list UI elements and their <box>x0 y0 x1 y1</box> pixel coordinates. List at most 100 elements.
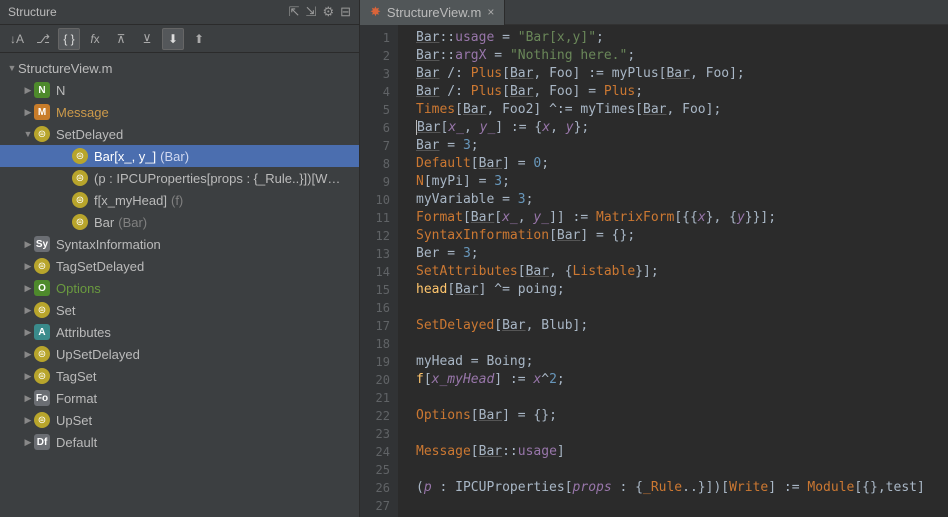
code-line[interactable] <box>416 389 948 407</box>
tree-view-button[interactable]: ⎇ <box>32 28 54 50</box>
tree-item[interactable]: ▶⊜TagSet <box>0 365 359 387</box>
code-line[interactable]: SetAttributes[Bar, {Listable}]; <box>416 263 948 281</box>
structure-title: Structure <box>8 5 289 19</box>
chevron-right-icon[interactable]: ▶ <box>22 239 34 250</box>
code-line[interactable]: Bar /: Plus[Bar, Foo] = Plus; <box>416 83 948 101</box>
code-line[interactable]: Options[Bar] = {}; <box>416 407 948 425</box>
tree-item[interactable]: ⊜f[x_myHead](f) <box>0 189 359 211</box>
code-line[interactable]: head[Bar] ^= poing; <box>416 281 948 299</box>
code-line[interactable]: Bar /: Plus[Bar, Foo] := myPlus[Bar, Foo… <box>416 65 948 83</box>
code-line[interactable]: SyntaxInformation[Bar] = {}; <box>416 227 948 245</box>
tree-item[interactable]: ▶AAttributes <box>0 321 359 343</box>
close-icon[interactable]: × <box>487 5 494 19</box>
chevron-down-icon[interactable]: ▼ <box>22 129 34 139</box>
tree-item[interactable]: ▼⊜SetDelayed <box>0 123 359 145</box>
chevron-right-icon[interactable]: ▶ <box>22 393 34 404</box>
tree-root[interactable]: ▼ StructureView.m <box>0 57 359 79</box>
code-line[interactable]: f[x_myHead] := x^2; <box>416 371 948 389</box>
gear-icon[interactable]: ⚙ <box>322 4 334 20</box>
brace-button[interactable]: { } <box>58 28 80 50</box>
tree-item[interactable]: ▶FoFormat <box>0 387 359 409</box>
chevron-right-icon[interactable]: ▶ <box>22 415 34 426</box>
code-line[interactable]: myHead = Boing; <box>416 353 948 371</box>
code-line[interactable]: Bar = 3; <box>416 137 948 155</box>
chevron-right-icon[interactable]: ▶ <box>22 85 34 96</box>
chevron-right-icon[interactable]: ▶ <box>22 107 34 118</box>
type-badge: ⊜ <box>34 258 50 274</box>
tree-item-label: (p : IPCUProperties[props : {_Rule..}])[… <box>94 171 340 186</box>
chevron-right-icon[interactable]: ▶ <box>22 371 34 382</box>
line-number: 17 <box>360 317 390 335</box>
chevron-right-icon[interactable]: ▶ <box>22 305 34 316</box>
code-line[interactable]: Default[Bar] = 0; <box>416 155 948 173</box>
chevron-right-icon[interactable]: ▶ <box>22 261 34 272</box>
code-line[interactable]: Ber = 3; <box>416 245 948 263</box>
tree-item-label: Attributes <box>56 325 111 340</box>
import-button[interactable]: ⬇ <box>162 28 184 50</box>
tree-item[interactable]: ▶M Message <box>0 101 359 123</box>
line-number: 12 <box>360 227 390 245</box>
type-badge: M <box>34 104 50 120</box>
line-number: 7 <box>360 137 390 155</box>
chevron-right-icon[interactable]: ▶ <box>22 349 34 360</box>
code-line[interactable]: Times[Bar, Foo2] ^:= myTimes[Bar, Foo]; <box>416 101 948 119</box>
chevron-down-icon[interactable]: ▼ <box>6 63 18 73</box>
line-number: 11 <box>360 209 390 227</box>
line-number: 22 <box>360 407 390 425</box>
code-line[interactable] <box>416 299 948 317</box>
expand-icon[interactable]: ⇲ <box>306 4 317 20</box>
code-line[interactable]: Format[Bar[x_, y_]] := MatrixForm[{{x}, … <box>416 209 948 227</box>
tree-item-label: Set <box>56 303 76 318</box>
tree-item[interactable]: ▶SySyntaxInformation <box>0 233 359 255</box>
tree-item[interactable]: ⊜Bar(Bar) <box>0 211 359 233</box>
tree-item-label: N <box>56 83 65 98</box>
fx-button[interactable]: fx <box>84 28 106 50</box>
tree-item[interactable]: ▶⊜Set <box>0 299 359 321</box>
tree-item[interactable]: ⊜Bar[x_, y_](Bar) <box>0 145 359 167</box>
code-line[interactable] <box>416 497 948 515</box>
tree-item[interactable]: ▶O Options <box>0 277 359 299</box>
line-number: 3 <box>360 65 390 83</box>
tree-item[interactable]: ▶⊜TagSetDelayed <box>0 255 359 277</box>
type-badge: ⊜ <box>72 170 88 186</box>
chevron-right-icon[interactable]: ▶ <box>22 283 34 294</box>
code-line[interactable] <box>416 425 948 443</box>
tree-item-label: Bar <box>94 215 114 230</box>
tree-item[interactable]: ▶DfDefault <box>0 431 359 453</box>
structure-header: Structure ⇱ ⇲ ⚙ ⊟ <box>0 0 359 25</box>
code-line[interactable] <box>416 461 948 479</box>
chevron-right-icon[interactable]: ▶ <box>22 327 34 338</box>
tree-item-suffix: (Bar) <box>160 149 189 164</box>
expand-all-button[interactable]: ⊻ <box>136 28 158 50</box>
code-area[interactable]: Bar::usage = "Bar[x,y]";Bar::argX = "Not… <box>398 25 948 517</box>
code-line[interactable]: Message[Bar::usage] <box>416 443 948 461</box>
collapse-all-button[interactable]: ⊼ <box>110 28 132 50</box>
collapse-icon[interactable]: ⇱ <box>289 4 300 20</box>
type-badge: ⊜ <box>72 192 88 208</box>
code-line[interactable]: myVariable = 3; <box>416 191 948 209</box>
line-number: 27 <box>360 497 390 515</box>
tree-item-label: Message <box>56 105 109 120</box>
tree-item[interactable]: ▶⊜UpSet <box>0 409 359 431</box>
tree-item-suffix: (f) <box>171 193 183 208</box>
tab-structureview[interactable]: ✸ StructureView.m × <box>360 0 505 25</box>
tree-item-label: Options <box>56 281 101 296</box>
type-badge: ⊜ <box>34 412 50 428</box>
code-line[interactable]: N[myPi] = 3; <box>416 173 948 191</box>
tree-item[interactable]: ▶⊜UpSetDelayed <box>0 343 359 365</box>
tree-item[interactable]: ▶NN <box>0 79 359 101</box>
code-line[interactable]: SetDelayed[Bar, Blub]; <box>416 317 948 335</box>
type-badge: Sy <box>34 236 50 252</box>
type-badge: O <box>34 280 50 296</box>
code-line[interactable]: Bar::argX = "Nothing here."; <box>416 47 948 65</box>
code-line[interactable] <box>416 335 948 353</box>
code-line[interactable]: Bar[x_, y_] := {x, y}; <box>416 119 948 137</box>
export-button[interactable]: ⬆ <box>188 28 210 50</box>
chevron-right-icon[interactable]: ▶ <box>22 437 34 448</box>
code-line[interactable]: Bar::usage = "Bar[x,y]"; <box>416 29 948 47</box>
code-line[interactable]: (p : IPCUProperties[props : {_Rule..}])[… <box>416 479 948 497</box>
sort-alpha-button[interactable]: ↓A <box>6 28 28 50</box>
hide-icon[interactable]: ⊟ <box>340 4 351 20</box>
tree-item[interactable]: ⊜ (p : IPCUProperties[props : {_Rule..}])… <box>0 167 359 189</box>
code-editor[interactable]: 1234567891011121314151617181920212223242… <box>360 25 948 517</box>
